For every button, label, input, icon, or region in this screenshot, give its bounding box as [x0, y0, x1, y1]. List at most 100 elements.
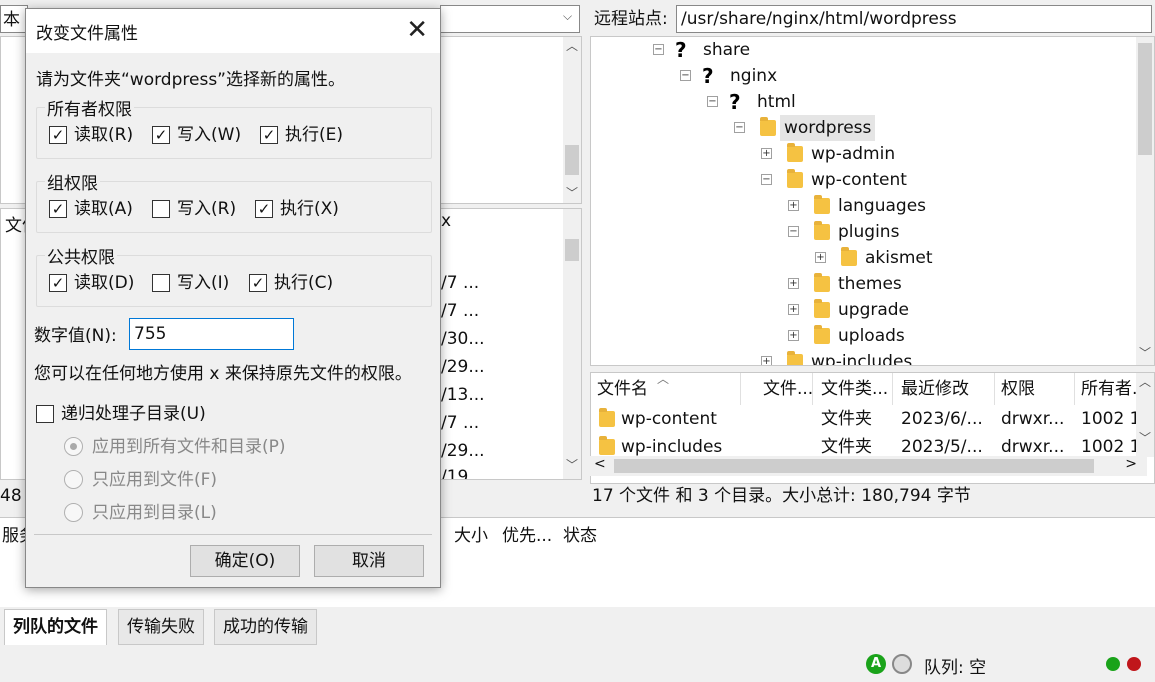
- folder-icon: [599, 408, 615, 427]
- speed-limit-icon[interactable]: [892, 654, 912, 674]
- collapse-icon[interactable]: −: [653, 44, 664, 55]
- checkmark-icon[interactable]: ✓: [255, 200, 273, 218]
- scroll-down-icon[interactable]: ﹀: [1136, 344, 1154, 361]
- radio-label: 只应用到文件(F): [92, 470, 218, 490]
- collapse-icon[interactable]: −: [734, 122, 745, 133]
- local-tree-scrollbar[interactable]: ︿ ﹀: [563, 37, 581, 203]
- checkmark-icon[interactable]: ✓: [249, 274, 267, 292]
- checkbox-box[interactable]: [152, 274, 170, 292]
- expand-icon[interactable]: +: [761, 148, 772, 159]
- folder-icon: [787, 351, 803, 365]
- queue-col-status[interactable]: 状态: [563, 524, 597, 552]
- col-permissions[interactable]: 权限: [995, 373, 1075, 405]
- checkmark-icon[interactable]: ✓: [49, 126, 67, 144]
- auto-mode-icon[interactable]: A: [866, 654, 886, 674]
- checkmark-icon[interactable]: ✓: [260, 126, 278, 144]
- tree-node-label: themes: [838, 274, 902, 294]
- local-path-input[interactable]: [440, 5, 580, 33]
- scroll-down-icon[interactable]: ﹀: [563, 184, 581, 201]
- remote-status-text: 17 个文件 和 3 个目录。大小总计: 180,794 字节: [592, 486, 971, 506]
- remote-tree-view[interactable]: − ? share − ? nginx − ? html − wordpress…: [590, 36, 1155, 366]
- folder-icon: [787, 143, 803, 162]
- radio-icon[interactable]: [64, 503, 83, 522]
- scroll-down-icon[interactable]: ﹀: [563, 456, 581, 473]
- expand-icon[interactable]: +: [788, 200, 799, 211]
- remote-path-input[interactable]: /usr/share/nginx/html/wordpress: [676, 5, 1152, 33]
- dialog-titlebar: 改变文件属性 ✕: [26, 9, 440, 53]
- tab-failed-transfers[interactable]: 传输失败: [118, 609, 204, 645]
- radio-selected-icon[interactable]: [64, 437, 83, 456]
- tree-node-label: share: [703, 40, 751, 60]
- local-col-partial[interactable]: x: [441, 211, 451, 231]
- scroll-thumb[interactable]: [565, 239, 579, 261]
- local-date-cell: /19: [441, 467, 469, 480]
- queue-col-priority[interactable]: 优先...: [502, 524, 552, 552]
- checkbox-label: 写入(I): [177, 273, 230, 293]
- folder-icon: [814, 221, 830, 240]
- local-date-cell: /30...: [441, 329, 485, 349]
- folder-icon: [814, 273, 830, 292]
- expand-icon[interactable]: +: [788, 330, 799, 341]
- numeric-hint: 您可以在任何地方使用 x 来保持原先文件的权限。: [34, 364, 412, 384]
- collapse-icon[interactable]: −: [680, 70, 691, 81]
- checkmark-icon[interactable]: ✓: [49, 200, 67, 218]
- remote-files-hscrollbar[interactable]: < >: [590, 456, 1147, 476]
- folder-icon: [814, 195, 830, 214]
- tree-node-label: uploads: [838, 326, 905, 346]
- group-title: 公共权限: [45, 243, 117, 268]
- numeric-value-label: 数字值(N):: [34, 326, 117, 346]
- collapse-icon[interactable]: −: [707, 96, 718, 107]
- col-modified[interactable]: 最近修改: [895, 373, 995, 405]
- scroll-up-icon[interactable]: ︿: [563, 37, 581, 54]
- local-path-dropdown-icon[interactable]: ⌵: [563, 9, 572, 24]
- numeric-value-input[interactable]: 755: [129, 318, 294, 350]
- question-icon: ?: [702, 64, 714, 88]
- dialog-prompt: 请为文件夹“wordpress”选择新的属性。: [36, 70, 345, 90]
- checkbox-box[interactable]: [152, 200, 170, 218]
- scroll-up-icon[interactable]: ︿: [1136, 373, 1154, 390]
- tree-node-label: nginx: [730, 66, 778, 86]
- scroll-thumb[interactable]: [614, 459, 1094, 473]
- owner-permissions-group: 所有者权限 ✓ 读取(R) ✓ 写入(W) ✓ 执行(E): [36, 95, 432, 159]
- col-filetype[interactable]: 文件类...: [815, 373, 893, 405]
- remote-files-scrollbar[interactable]: ︿ ﹀: [1136, 373, 1154, 457]
- scroll-right-icon[interactable]: >: [1125, 456, 1137, 472]
- local-date-cell: /7 ...: [441, 273, 480, 293]
- collapse-icon[interactable]: −: [788, 226, 799, 237]
- cancel-button[interactable]: 取消: [314, 545, 424, 577]
- close-icon[interactable]: ✕: [406, 15, 428, 45]
- cell-modified: 2023/6/...: [901, 409, 983, 429]
- checkbox-box[interactable]: [36, 405, 54, 423]
- tab-successful-transfers[interactable]: 成功的传输: [214, 609, 317, 645]
- question-icon: ?: [729, 90, 741, 114]
- checkmark-icon[interactable]: ✓: [49, 274, 67, 292]
- ok-button[interactable]: 确定(O): [190, 545, 300, 577]
- activity-led-red-icon: [1127, 657, 1141, 671]
- tab-queued-files[interactable]: 列队的文件: [4, 609, 107, 645]
- scroll-thumb[interactable]: [565, 145, 579, 175]
- expand-icon[interactable]: +: [788, 304, 799, 315]
- radio-icon[interactable]: [64, 470, 83, 489]
- expand-icon[interactable]: +: [815, 252, 826, 263]
- local-files-scrollbar[interactable]: ﹀: [563, 209, 581, 479]
- scroll-down-icon[interactable]: ﹀: [1136, 429, 1154, 446]
- remote-tree-scrollbar[interactable]: ﹀: [1136, 37, 1154, 365]
- col-filename[interactable]: 文件名 ︿: [591, 373, 741, 405]
- queue-tabs: 列队的文件 传输失败 成功的传输: [0, 607, 1155, 647]
- checkbox-label: 递归处理子目录(U): [61, 404, 206, 424]
- expand-icon[interactable]: +: [788, 278, 799, 289]
- col-filesize[interactable]: 文件...: [757, 373, 813, 405]
- radio-label: 应用到所有文件和目录(P): [92, 437, 286, 457]
- cell-type: 文件夹: [821, 409, 872, 429]
- expand-icon[interactable]: +: [761, 356, 772, 365]
- queue-col-size[interactable]: 大小: [454, 524, 488, 552]
- table-row[interactable]: wp-content 文件夹 2023/6/... drwxr... 1002 …: [591, 405, 1139, 433]
- tree-node-label: wp-admin: [811, 144, 896, 164]
- activity-led-green-icon: [1106, 657, 1120, 671]
- sort-asc-icon: ︿: [657, 373, 670, 386]
- checkmark-icon[interactable]: ✓: [152, 126, 170, 144]
- scroll-left-icon[interactable]: <: [594, 456, 606, 472]
- collapse-icon[interactable]: −: [761, 174, 772, 185]
- scroll-thumb[interactable]: [1138, 43, 1152, 155]
- tree-node-label: wp-includes: [811, 352, 913, 366]
